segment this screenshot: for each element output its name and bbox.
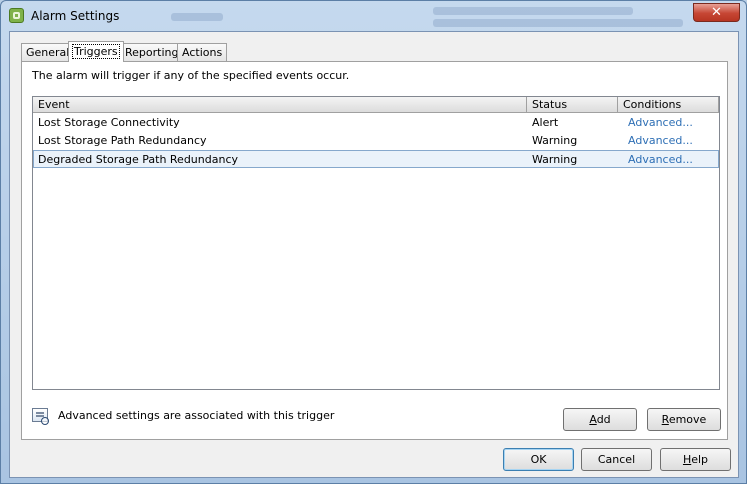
column-header-status[interactable]: Status — [527, 97, 618, 113]
event-cell: Lost Storage Connectivity — [38, 116, 180, 129]
triggers-panel: The alarm will trigger if any of the spe… — [21, 61, 728, 440]
background-ghost-text — [433, 7, 633, 15]
table-row[interactable]: Lost Storage Connectivity Alert Advanced… — [33, 114, 719, 132]
table-row[interactable]: Lost Storage Path Redundancy Warning Adv… — [33, 132, 719, 150]
title-bar[interactable]: Alarm Settings ✕ — [1, 1, 746, 31]
tab-general[interactable]: General — [21, 43, 75, 61]
event-cell: Lost Storage Path Redundancy — [38, 134, 207, 147]
background-ghost-text — [433, 19, 683, 27]
alarm-settings-window: Alarm Settings ✕ General Triggers Report… — [0, 0, 747, 484]
tab-reporting[interactable]: Reporting — [120, 43, 184, 61]
dialog-body: General Triggers Reporting Actions The a… — [9, 31, 739, 478]
status-cell: Warning — [532, 134, 578, 147]
tab-label: General — [26, 46, 70, 59]
add-label: dd — [596, 413, 611, 426]
cancel-button[interactable]: Cancel — [581, 448, 652, 471]
advanced-conditions-link[interactable]: Advanced... — [623, 132, 693, 149]
status-cell: Alert — [532, 116, 559, 129]
help-button[interactable]: Help — [660, 448, 731, 471]
tab-label: Reporting — [125, 46, 179, 59]
column-header-conditions[interactable]: Conditions — [618, 97, 719, 113]
advanced-settings-icon — [32, 408, 49, 425]
column-header-event[interactable]: Event — [33, 97, 527, 113]
table-header: Event Status Conditions — [33, 97, 719, 113]
tab-actions[interactable]: Actions — [177, 43, 228, 61]
window-title: Alarm Settings — [31, 9, 120, 23]
add-mnemonic: A — [589, 413, 597, 426]
help-label: elp — [691, 453, 709, 466]
add-button[interactable]: Add — [563, 408, 637, 431]
triggers-intro-text: The alarm will trigger if any of the spe… — [32, 69, 350, 82]
event-cell: Degraded Storage Path Redundancy — [38, 153, 239, 166]
tab-label: Triggers — [72, 44, 120, 59]
ok-button[interactable]: OK — [503, 448, 574, 471]
triggers-table: Event Status Conditions Lost Storage Con… — [32, 96, 720, 390]
trigger-info-text: Advanced settings are associated with th… — [58, 409, 335, 422]
remove-button[interactable]: Remove — [647, 408, 721, 431]
status-cell: Warning — [532, 153, 578, 166]
background-ghost-text — [171, 13, 223, 21]
help-mnemonic: H — [682, 453, 692, 466]
alarm-settings-icon — [9, 8, 24, 23]
advanced-conditions-link[interactable]: Advanced... — [623, 114, 693, 131]
table-row-selected[interactable]: Degraded Storage Path Redundancy Warning… — [33, 150, 719, 168]
tab-label: Actions — [182, 46, 223, 59]
tab-triggers[interactable]: Triggers — [68, 41, 124, 62]
close-button[interactable]: ✕ — [693, 3, 740, 22]
remove-label: emove — [668, 413, 707, 426]
remove-mnemonic: R — [661, 413, 669, 426]
advanced-conditions-link[interactable]: Advanced... — [623, 151, 693, 168]
